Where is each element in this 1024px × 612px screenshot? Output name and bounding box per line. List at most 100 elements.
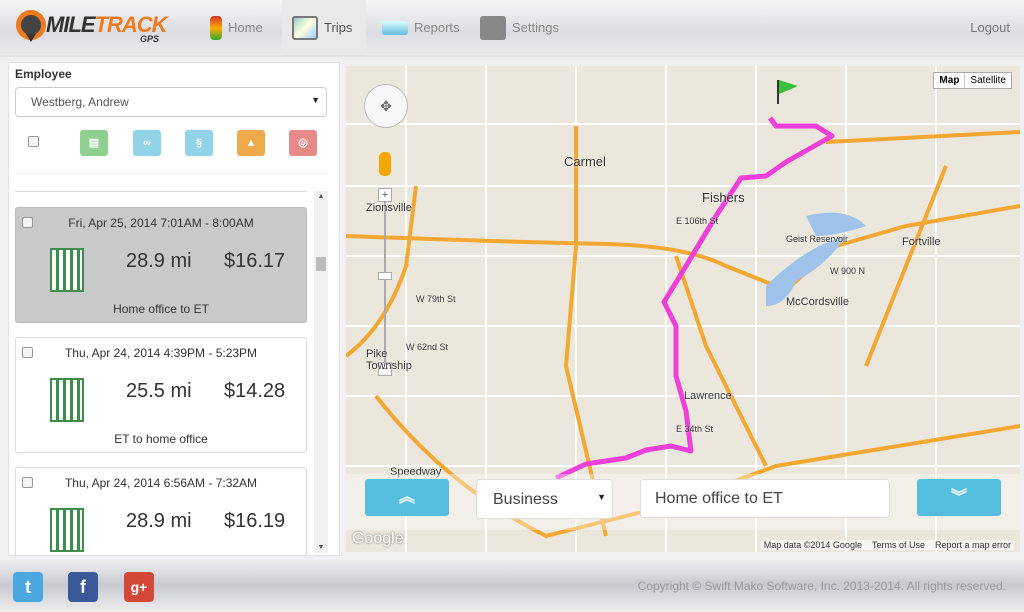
trip-card[interactable]: Thu, Apr 24, 2014 6:56AM - 7:32AM 28.9 m… — [15, 467, 307, 555]
nav-home-label: Home — [228, 20, 263, 35]
map-type-satellite[interactable]: Satellite — [965, 73, 1011, 88]
nav-settings[interactable]: Settings — [470, 0, 569, 55]
logo-subtext: GPS — [140, 34, 160, 44]
scroll-down-icon[interactable]: ▼ — [314, 544, 328, 551]
logo-text: MILE — [46, 12, 96, 37]
divider — [15, 173, 327, 174]
trip-purpose-value: Business — [493, 491, 558, 508]
map-type-control: Map Satellite — [933, 72, 1012, 89]
map-label: Pike Township — [366, 348, 412, 372]
map-label: E 34th St — [676, 424, 714, 434]
employee-select[interactable]: Westberg, Andrew ▼ — [15, 87, 327, 117]
google-logo: Google — [352, 530, 404, 547]
trip-map[interactable]: Map Satellite ✥ + − Carmel Fishers Zions… — [346, 66, 1020, 552]
document-icon: ▤ — [88, 137, 100, 149]
nav-settings-label: Settings — [512, 20, 559, 35]
trips-sidebar: Employee Westberg, Andrew ▼ ▤ ∞ § ▲ ◎ Fri… — [8, 62, 340, 556]
report-map-error-link[interactable]: Report a map error — [935, 540, 1011, 550]
top-header: MILE TRACK GPS Home Trips Reports Setting… — [0, 0, 1024, 57]
caret-down-icon: ▼ — [311, 95, 320, 105]
building-icon — [50, 508, 84, 552]
map-label: W 900 N — [830, 266, 866, 276]
trip-amount: $14.28 — [224, 380, 286, 402]
delete-icon: ◎ — [298, 137, 308, 149]
google-plus-icon[interactable]: g+ — [124, 572, 154, 602]
unlink-button[interactable]: § — [185, 130, 213, 156]
terms-of-use-link[interactable]: Terms of Use — [872, 540, 925, 550]
nav-reports-label: Reports — [414, 20, 460, 35]
document-button[interactable]: ▤ — [80, 130, 108, 156]
nav-trips[interactable]: Trips — [282, 0, 366, 55]
nav-trips-label: Trips — [324, 20, 353, 35]
trip-card[interactable]: Thu, Apr 24, 2014 4:39PM - 5:23PM 25.5 m… — [15, 337, 307, 453]
lakes — [766, 212, 866, 306]
link-button[interactable]: ∞ — [133, 130, 161, 156]
trip-distance: 28.9 mi — [126, 510, 192, 532]
map-data-credit: Map data ©2014 Google — [763, 540, 862, 550]
map-label: Carmel — [564, 154, 606, 169]
scrollbar-thumb[interactable] — [316, 257, 326, 271]
map-attribution: Map data ©2014 Google Terms of Use Repor… — [760, 540, 1014, 550]
link-icon: ∞ — [143, 137, 151, 149]
trip-date: Fri, Apr 25, 2014 7:01AM - 8:00AM — [68, 216, 254, 230]
map-label: W 62nd St — [406, 342, 449, 352]
twitter-icon[interactable]: t — [13, 572, 43, 602]
pegman-icon[interactable] — [379, 152, 391, 176]
building-icon — [50, 378, 84, 422]
zoom-handle[interactable] — [378, 272, 392, 280]
employee-label: Employee — [15, 67, 72, 81]
trip-description-input[interactable]: Home office to ET — [640, 479, 890, 518]
trip-distance: 25.5 mi — [126, 380, 192, 402]
trip-distance: 28.9 mi — [126, 250, 192, 272]
trip-card[interactable]: Fri, Apr 25, 2014 7:01AM - 8:00AM 28.9 m… — [15, 207, 307, 323]
trip-date: Thu, Apr 24, 2014 4:39PM - 5:23PM — [64, 346, 258, 360]
scroll-up-icon[interactable]: ▲ — [314, 193, 328, 200]
previous-trip-button[interactable]: ︽ — [365, 479, 449, 516]
map-label: McCordsville — [786, 296, 849, 308]
map-label: W 79th St — [416, 294, 456, 304]
chart-icon — [382, 20, 408, 35]
trip-list: Fri, Apr 25, 2014 7:01AM - 8:00AM 28.9 m… — [9, 191, 311, 555]
trip-date: Thu, Apr 24, 2014 6:56AM - 7:32AM — [64, 476, 258, 490]
gps-map-icon — [292, 15, 318, 40]
map-label: Fishers — [702, 190, 745, 205]
trip-purpose-select[interactable]: Business ▼ — [476, 479, 613, 519]
facebook-icon[interactable]: f — [68, 572, 98, 602]
nav-reports[interactable]: Reports — [372, 0, 470, 55]
miletrack-logo[interactable]: MILE TRACK GPS — [16, 10, 168, 44]
map-label: Zionsville — [366, 202, 412, 214]
zoom-in-button[interactable]: + — [378, 188, 392, 202]
chevron-double-up-icon: ︽ — [398, 489, 415, 506]
footer: t f g+ Copyright © Swift Mako Software, … — [0, 558, 1024, 612]
delete-button[interactable]: ◎ — [289, 130, 317, 156]
map-type-map[interactable]: Map — [934, 73, 966, 88]
logout-link[interactable]: Logout — [970, 20, 1010, 35]
traffic-light-icon — [210, 15, 222, 40]
building-icon — [50, 248, 84, 292]
gear-shift-icon — [480, 15, 506, 40]
trip-amount: $16.17 — [224, 250, 286, 272]
copyright-text: Copyright © Swift Mako Software, Inc. 20… — [637, 579, 1006, 593]
next-trip-button[interactable]: ︾ — [917, 479, 1001, 516]
employee-value: Westberg, Andrew — [31, 95, 129, 109]
trip-list-scrollbar[interactable]: ▲ ▼ — [314, 191, 328, 553]
trip-description-value: Home office to ET — [655, 490, 783, 507]
pan-control-icon[interactable]: ✥ — [364, 84, 408, 128]
road-button[interactable]: ▲ — [237, 130, 265, 156]
unlink-icon: § — [195, 137, 203, 149]
list-top-edge — [15, 191, 307, 192]
map-label: Lawrence — [684, 390, 732, 402]
nav-home[interactable]: Home — [200, 0, 273, 55]
trip-description: Home office to ET — [113, 302, 209, 316]
speedometer-icon — [16, 10, 46, 42]
road-icon: ▲ — [245, 137, 257, 149]
zoom-track — [384, 202, 386, 362]
start-flag-icon — [777, 80, 798, 104]
map-label: E 106th St — [676, 216, 719, 226]
trip-amount: $16.19 — [224, 510, 286, 532]
select-all-checkbox[interactable] — [28, 136, 39, 147]
map-label: Geist Reservoir — [786, 234, 849, 244]
caret-down-icon: ▼ — [597, 492, 606, 502]
chevron-double-down-icon: ︾ — [950, 489, 967, 506]
map-label: Fortville — [902, 236, 941, 248]
